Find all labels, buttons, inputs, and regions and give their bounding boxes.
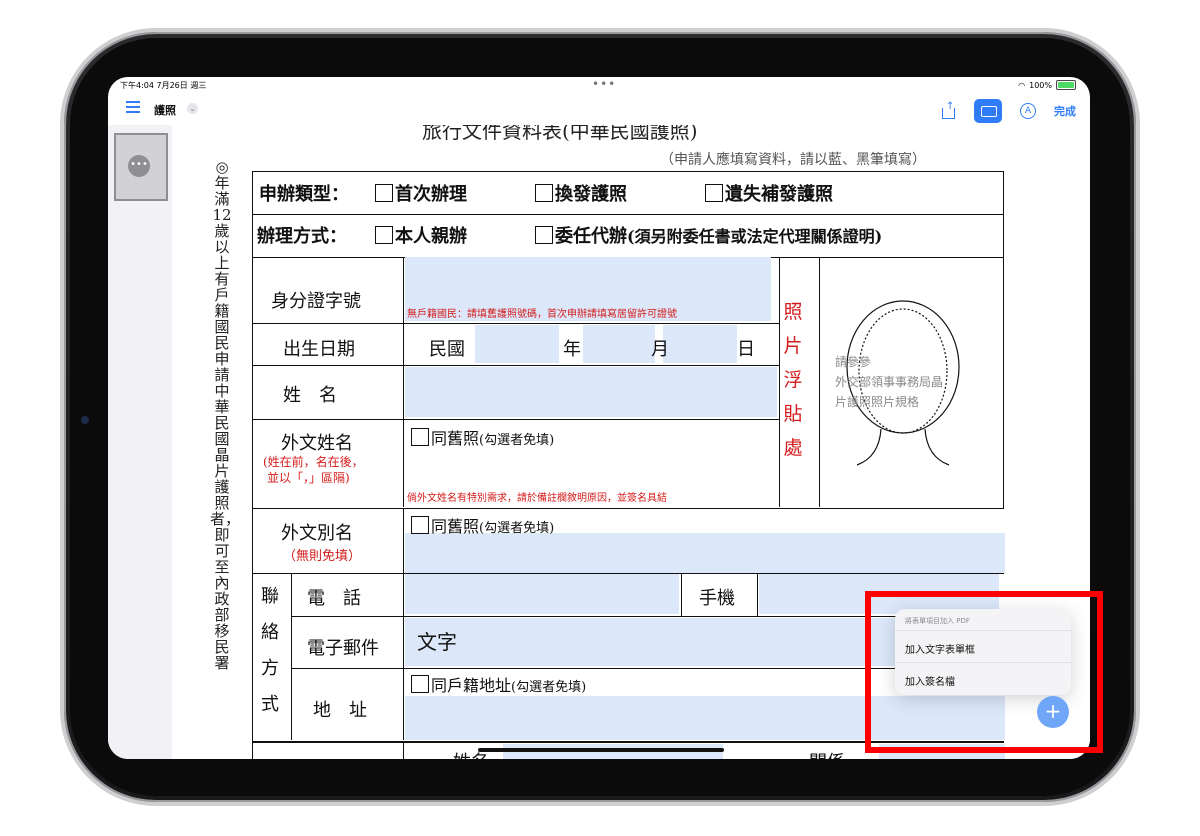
same-address-option[interactable]: 同戶籍地址(勾選者免填): [411, 672, 586, 696]
list-icon[interactable]: [126, 101, 140, 113]
divider: [403, 574, 404, 740]
checkbox[interactable]: [411, 516, 429, 534]
alias-same-passport-option[interactable]: 同舊照(勾選者免填): [411, 513, 554, 537]
divider: [403, 742, 404, 759]
photo-ref-2: 外交部領事事務局晶: [835, 375, 944, 389]
method-label: 辦理方式：: [257, 226, 347, 247]
foreign-name-red-note: 倘外文姓名有特別需求，請於備註欄敘明原因，並簽名具結: [407, 493, 667, 504]
checkbox[interactable]: [705, 184, 723, 202]
toolbar-actions: ↑ A 完成: [940, 99, 1076, 123]
checkbox[interactable]: [375, 184, 393, 202]
birth-day-field[interactable]: [663, 325, 737, 363]
toolbar: 護照 ⌄ ↑ A 完成: [108, 95, 1090, 125]
document-title[interactable]: 護照: [154, 102, 176, 118]
photo-ref-1: 請參參: [835, 355, 872, 369]
alias-field[interactable]: [405, 533, 1005, 573]
alias-row: 外文別名 （無則免填） 同舊照(勾選者免填): [252, 508, 1005, 574]
wifi-icon: ◠: [1018, 80, 1026, 90]
birth-date-label: 出生日期: [283, 339, 355, 360]
same-passport-option[interactable]: 同舊照(勾選者免填): [411, 425, 554, 449]
partial-label: 關係: [809, 748, 845, 759]
divider: [681, 574, 682, 616]
divider: [253, 323, 779, 324]
done-button[interactable]: 完成: [1054, 103, 1076, 119]
id-number-note: 無戶籍國民：請填舊護照號碼，首次申辦請填寫居留許可證號: [407, 309, 677, 320]
apply-type-row: 申辦類型： 首次辦理 換發護照 遺失補發護照: [252, 171, 1004, 215]
email-text-value[interactable]: 文字: [417, 626, 457, 655]
status-time: 下午4:04 7月26日 週三: [120, 81, 207, 90]
photo-char: 浮: [783, 369, 803, 391]
divider: [403, 509, 404, 573]
divider: [253, 365, 779, 366]
vertical-instructions: ◎年滿12歲以上有戶籍國民申請中華民國晶片護照者，即可至內政部移民署: [210, 158, 241, 672]
photo-char: 片: [783, 335, 803, 357]
divider: [291, 574, 292, 740]
home-indicator[interactable]: [478, 748, 724, 752]
battery-icon: [1056, 80, 1076, 90]
alias-label: 外文別名: [281, 523, 353, 544]
method-option-agent[interactable]: 委任代辦(須另附委任書或法定代理關係證明): [535, 222, 882, 248]
alias-note: （無則免填）: [283, 549, 362, 564]
thumbnail-more-icon[interactable]: •••: [128, 155, 150, 177]
thumbnail-sidebar: •••: [108, 125, 173, 759]
checkbox[interactable]: [535, 226, 553, 244]
photo-char: 貼: [783, 403, 803, 425]
form-title: 旅行文件資料表(中華民國護照): [422, 125, 698, 143]
photo-ref-3: 片護照照片規格: [835, 395, 920, 409]
page-thumbnail[interactable]: •••: [114, 133, 168, 201]
divider: [819, 257, 820, 507]
share-icon[interactable]: ↑: [940, 102, 956, 120]
phone-field[interactable]: [405, 574, 679, 614]
mobile-label: 手機: [699, 588, 735, 609]
method-option-self[interactable]: 本人親辦: [375, 222, 467, 248]
foreign-name-note: (姓在前，名在後，: [263, 455, 364, 469]
apply-type-option-lost[interactable]: 遺失補發護照: [705, 180, 833, 206]
highlight-box: [865, 591, 1103, 753]
photo-char: 處: [783, 437, 803, 459]
birth-month-field[interactable]: [583, 325, 655, 363]
divider: [779, 257, 780, 507]
markup-pen-icon[interactable]: A: [1020, 103, 1036, 119]
photo-char: 照: [783, 301, 803, 323]
checkbox[interactable]: [535, 184, 553, 202]
checkbox[interactable]: [411, 428, 429, 446]
id-number-label: 身分證字號: [271, 291, 361, 312]
status-right: ◠ 100%: [1018, 80, 1076, 90]
name-field[interactable]: [405, 367, 777, 417]
apply-type-label: 申辦類型：: [259, 184, 349, 205]
battery-percent: 100%: [1029, 80, 1052, 90]
method-row: 辦理方式： 本人親辦 委任代辦(須另附委任書或法定代理關係證明): [252, 214, 1004, 258]
chevron-down-icon[interactable]: ⌄: [187, 103, 198, 114]
personal-info-block: 身分證字號 無戶籍國民：請填舊護照號碼，首次申辦請填寫居留許可證號 出生日期 民…: [252, 257, 1004, 509]
contact-char: 方: [261, 658, 279, 679]
divider: [403, 257, 404, 507]
apply-type-option-renew[interactable]: 換發護照: [535, 180, 627, 206]
contact-char: 聯: [261, 586, 279, 607]
divider: [253, 419, 779, 420]
birth-year-field[interactable]: [475, 325, 559, 363]
form-markup-icon[interactable]: [974, 99, 1002, 123]
birth-year-label: 年: [563, 339, 581, 360]
contact-char: 絡: [261, 622, 279, 643]
birth-month-label: 月: [651, 339, 669, 360]
foreign-name-label: 外文姓名: [281, 433, 353, 454]
foreign-name-note: 並以「，」區隔): [267, 471, 350, 485]
name-label: 姓 名: [283, 385, 337, 406]
contact-char: 式: [261, 694, 279, 715]
form-note: （申請人應填寫資料，請以藍、黑筆填寫）: [660, 152, 926, 168]
checkbox[interactable]: [375, 226, 393, 244]
apply-type-option-first[interactable]: 首次辦理: [375, 180, 467, 206]
birth-day-label: 日: [737, 339, 755, 360]
address-label: 地 址: [313, 700, 367, 721]
multitask-dots[interactable]: •••: [592, 77, 616, 91]
checkbox[interactable]: [411, 675, 429, 693]
status-bar: 下午4:04 7月26日 週三 ••• ◠ 100%: [108, 77, 1090, 95]
phone-label: 電 話: [307, 588, 361, 609]
divider: [757, 574, 758, 616]
camera-dot: [81, 416, 89, 424]
email-label: 電子郵件: [307, 638, 379, 659]
birth-min-label: 民國: [429, 339, 465, 360]
